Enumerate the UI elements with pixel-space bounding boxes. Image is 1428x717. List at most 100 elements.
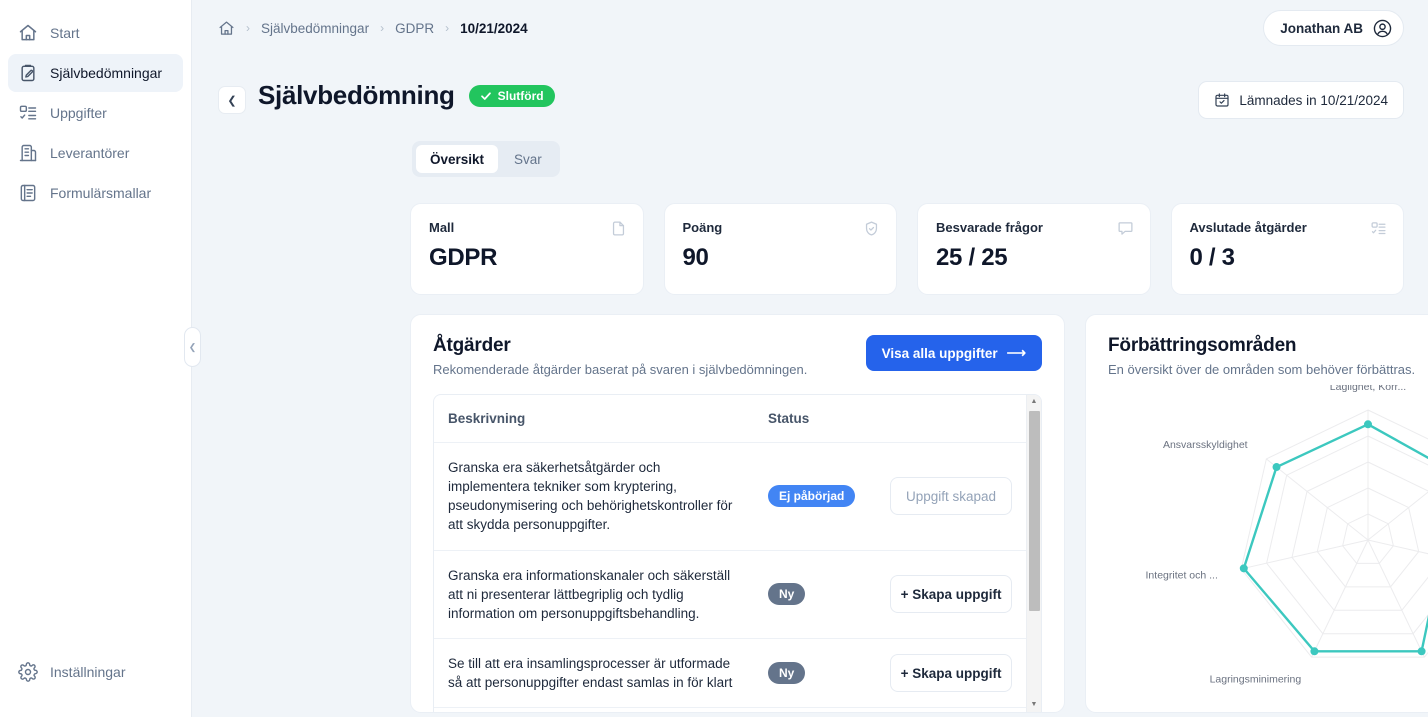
gear-icon: [18, 662, 38, 682]
status-badge: Slutförd: [468, 84, 555, 107]
table-row: Se till att era insamlingsprocesser är u…: [434, 638, 1026, 709]
actions-panel-header: Åtgärder Rekomenderade åtgärder baserat …: [433, 335, 1043, 377]
sidebar-item-leverantorer[interactable]: Leverantörer: [8, 134, 183, 172]
breadcrumb-separator: ›: [246, 21, 250, 35]
stat-label: Besvarade frågor: [936, 220, 1043, 235]
home-icon: [18, 23, 38, 43]
sidebar-item-uppgifter[interactable]: Uppgifter: [8, 94, 183, 132]
improvement-panel-header: Förbättringsområden En översikt över de …: [1108, 335, 1428, 377]
list-checks-icon: [18, 103, 38, 123]
table-header-row: Beskrivning Status: [434, 395, 1026, 443]
actions-panel-subtitle: Rekomenderade åtgärder baserat på svaren…: [433, 362, 808, 377]
form-template-icon: [18, 183, 38, 203]
sidebar-item-label: Start: [50, 25, 80, 41]
sidebar-item-start[interactable]: Start: [8, 14, 183, 52]
shield-check-icon: [863, 220, 880, 237]
stat-value: GDPR: [429, 244, 498, 271]
main-content: › Självbedömningar › GDPR › 10/21/2024 J…: [192, 0, 1428, 717]
panels: Åtgärder Rekomenderade åtgärder baserat …: [192, 295, 1428, 717]
sidebar-item-label: Självbedömningar: [50, 65, 163, 81]
actions-table-box: Beskrivning Status Granska era säkerhets…: [433, 394, 1043, 712]
check-icon: [480, 90, 492, 102]
actions-table-head: Beskrivning Status: [434, 395, 1026, 443]
breadcrumb: › Självbedömningar › GDPR › 10/21/2024: [218, 20, 528, 37]
stat-value: 0 / 3: [1189, 244, 1236, 271]
caret-up-icon[interactable]: ▲: [1031, 395, 1038, 409]
tab-bar: Översikt Svar: [412, 141, 560, 177]
table-row: Granska era informationskanaler och säke…: [434, 550, 1026, 640]
clipboard-pen-icon: [18, 63, 38, 83]
tabs-wrap: Översikt Svar: [192, 119, 1428, 177]
building-icon: [18, 143, 38, 163]
row-status-cell: Ej påbörjad: [754, 442, 876, 551]
improvement-panel-subtitle: En översikt över de områden som behöver …: [1108, 362, 1416, 377]
create-task-button[interactable]: + Skapa uppgift: [890, 654, 1013, 693]
sidebar-item-formularsmallar[interactable]: Formulärsmallar: [8, 174, 183, 212]
back-button[interactable]: ❮: [218, 86, 246, 114]
actions-table-scroll: Beskrivning Status Granska era säkerhets…: [434, 395, 1026, 712]
list-checks-icon: [1370, 220, 1387, 237]
user-menu-button[interactable]: Jonathan AB: [1263, 10, 1404, 46]
stat-label: Poäng: [682, 220, 723, 235]
tab-svar[interactable]: Svar: [500, 145, 556, 173]
message-icon: [1117, 220, 1134, 237]
stat-label: Avslutade åtgärder: [1189, 220, 1307, 235]
topbar: › Självbedömningar › GDPR › 10/21/2024 J…: [192, 0, 1428, 56]
page-title-wrap: Självbedömning Slutförd: [258, 80, 555, 111]
row-status-cell: Ny: [754, 638, 876, 709]
show-all-tasks-button[interactable]: Visa alla uppgifter ⟶: [865, 335, 1043, 371]
row-action-cell: Uppgift skapad: [876, 442, 1026, 551]
sidebar-item-label: Leverantörer: [50, 145, 130, 161]
show-all-tasks-label: Visa alla uppgifter: [881, 345, 998, 361]
scrollbar-track[interactable]: [1027, 409, 1041, 698]
submitted-date-chip[interactable]: Lämnades in 10/21/2024: [1198, 81, 1404, 119]
column-header-status: Status: [754, 395, 1026, 443]
row-description-cell: Granska era informationskanaler och säke…: [434, 550, 754, 640]
task-created-button: Uppgift skapad: [890, 477, 1013, 516]
sidebar-item-installningar[interactable]: Inställningar: [8, 653, 183, 691]
stat-cards: Mall GDPR Poäng 90 Besvarade frågor 25 /…: [192, 177, 1428, 295]
sidebar-nav-bottom: Inställningar: [8, 653, 183, 691]
radar-axis-label: Laglighet, Korr...: [1330, 385, 1406, 393]
status-badge: Ny: [768, 583, 806, 606]
actions-panel: Åtgärder Rekomenderade åtgärder baserat …: [410, 314, 1066, 713]
chevron-left-icon: ❮: [188, 341, 197, 352]
row-action-cell: + Skapa uppgift: [876, 638, 1026, 709]
arrow-right-icon: ⟶: [1006, 345, 1027, 360]
breadcrumb-item-current: 10/21/2024: [460, 20, 528, 36]
caret-down-icon[interactable]: ▼: [1031, 698, 1038, 712]
file-icon: [610, 220, 627, 237]
tab-oversikt[interactable]: Översikt: [416, 145, 499, 173]
sidebar-collapse-handle[interactable]: ❮: [184, 327, 201, 367]
sidebar-item-sjalvbedomningar[interactable]: Självbedömningar: [8, 54, 183, 92]
status-badge: Ej påbörjad: [768, 485, 856, 508]
radar-chart-wrap: Laglighet, Korr...ÄndamålsbegränsningUpp…: [1108, 377, 1428, 702]
actions-panel-title: Åtgärder: [433, 335, 511, 356]
sidebar-nav: Start Självbedömningar Uppgifter Leveran…: [8, 14, 183, 212]
sidebar: Start Självbedömningar Uppgifter Leveran…: [0, 0, 192, 717]
stat-card-avslutade-atgarder: Avslutade åtgärder 0 / 3: [1170, 203, 1404, 295]
row-description-cell: Se till att era insamlingsprocesser är u…: [434, 638, 754, 709]
improvement-panel-title: Förbättringsområden: [1108, 335, 1297, 356]
scrollbar-thumb[interactable]: [1029, 411, 1040, 611]
status-badge: Ny: [768, 662, 806, 685]
row-action-cell: + Skapa uppgift: [876, 550, 1026, 640]
stat-value: 90: [682, 244, 709, 271]
app-root: Start Självbedömningar Uppgifter Leveran…: [0, 0, 1428, 717]
row-description: Granska era säkerhetsåtgärder och implem…: [448, 460, 733, 533]
stat-value: 25 / 25: [936, 244, 1008, 271]
radar-axis-label: Integritet och ...: [1146, 569, 1218, 581]
breadcrumb-item-sjalvbedomningar[interactable]: Självbedömningar: [261, 21, 369, 36]
stat-card-mall: Mall GDPR: [410, 203, 644, 295]
breadcrumb-separator: ›: [445, 21, 450, 35]
actions-table-scrollbar[interactable]: ▲ ▼: [1026, 395, 1041, 712]
submitted-date-label: Lämnades in 10/21/2024: [1239, 92, 1388, 108]
breadcrumb-item-gdpr[interactable]: GDPR: [395, 21, 434, 36]
status-badge-label: Slutförd: [497, 88, 544, 103]
home-icon[interactable]: [218, 20, 235, 37]
sidebar-item-label: Uppgifter: [50, 105, 107, 121]
create-task-button[interactable]: + Skapa uppgift: [890, 575, 1013, 614]
improvement-panel: Förbättringsområden En översikt över de …: [1085, 314, 1428, 713]
radar-chart: Laglighet, Korr...ÄndamålsbegränsningUpp…: [1146, 385, 1428, 685]
